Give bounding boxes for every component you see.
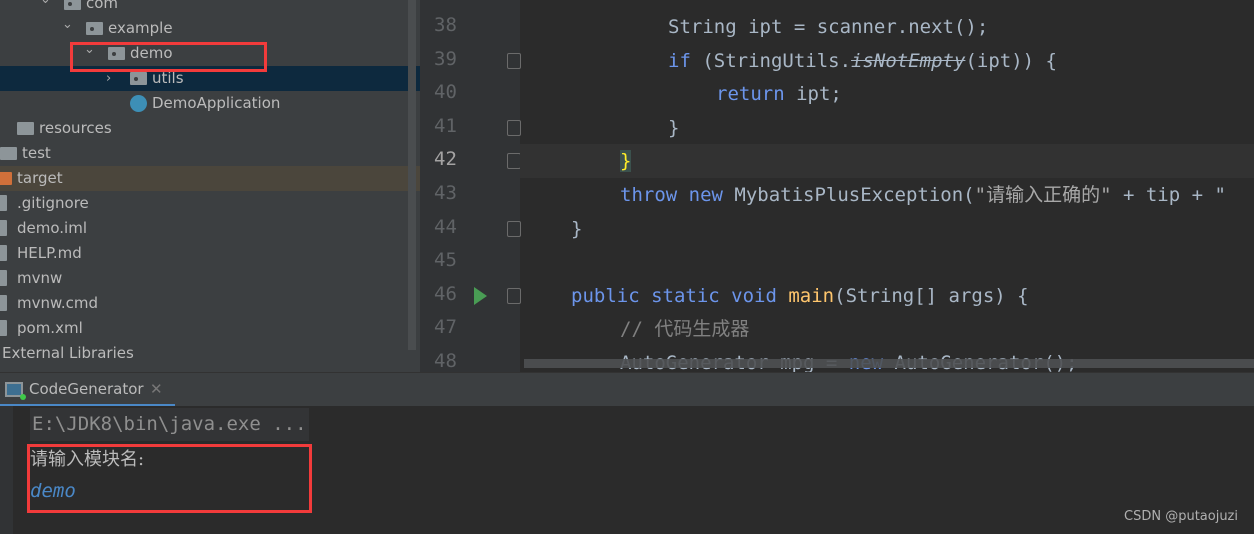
code-token: }	[668, 116, 680, 139]
code-token: ipt;	[784, 83, 842, 106]
tree-item-label: demo.iml	[17, 219, 87, 237]
code-line: return ipt;	[716, 77, 842, 111]
fold-marker-icon[interactable]	[507, 287, 521, 304]
line-number: 40	[434, 81, 457, 104]
tree-scrollbar[interactable]	[408, 0, 416, 350]
line-number: 39	[434, 47, 457, 70]
code-line: throw new MybatisPlusException("请输入正确的" …	[620, 178, 1226, 212]
code-line: }	[571, 212, 582, 246]
folder-icon	[0, 147, 17, 160]
code-token: (String[] args) {	[834, 284, 1029, 307]
code-token: (ipt)) {	[965, 49, 1057, 72]
tree-item-mvnw[interactable]: mvnw	[0, 266, 420, 291]
line-number: 41	[434, 114, 457, 137]
code-token: // 代码生成器	[620, 318, 750, 341]
close-tab-icon[interactable]: ✕	[150, 380, 163, 398]
maven-icon	[0, 320, 7, 336]
tree-item-pom-xml[interactable]: pom.xml	[0, 316, 420, 341]
package-folder-icon	[64, 0, 81, 10]
fold-marker-icon[interactable]	[507, 153, 521, 170]
tree-item-label: DemoApplication	[152, 94, 281, 112]
line-number: 45	[434, 249, 457, 272]
tree-item-demo-iml[interactable]: demo.iml	[0, 216, 420, 241]
line-number: 38	[434, 14, 457, 36]
tree-item-resources[interactable]: ›resources	[0, 116, 420, 141]
line-number: 46	[434, 282, 457, 305]
code-line: // 代码生成器	[620, 312, 749, 346]
line-number: 48	[434, 350, 457, 372]
tab-codegenerator[interactable]: CodeGenerator ✕	[0, 373, 175, 407]
code-line: }	[620, 144, 632, 178]
line-number: 42	[434, 148, 457, 171]
tree-item-label: mvnw.cmd	[17, 294, 99, 312]
tree-item-label: HELP.md	[17, 244, 82, 262]
tree-item-label: mvnw	[17, 269, 63, 287]
tree-item-label: resources	[39, 119, 112, 137]
console-gutter	[0, 406, 13, 534]
editor-horizontal-scrollbar[interactable]	[524, 359, 1254, 368]
code-token: String ipt = scanner.next();	[668, 16, 989, 38]
text-file-icon	[0, 295, 7, 311]
code-editor[interactable]: 38 39 40 41 42 43 44 45 46 47 48 String ipt = scan…	[420, 0, 1254, 372]
line-number: 43	[434, 182, 457, 204]
editor-gutter: 38 39 40 41 42 43 44 45 46 47 48	[420, 0, 521, 372]
console-command-line[interactable]: E:\JDK8\bin\java.exe ...	[30, 408, 309, 441]
shell-file-icon	[0, 270, 7, 286]
run-console-icon	[5, 382, 26, 400]
code-line: String ipt = scanner.next();	[668, 10, 988, 44]
code-token: + tip + "	[1111, 184, 1226, 206]
tree-item-test[interactable]: ›test	[0, 141, 420, 166]
markdown-file-icon	[0, 245, 7, 261]
code-token: "请输入正确的"	[974, 184, 1112, 206]
code-token: return	[716, 83, 785, 106]
run-main-icon[interactable]	[474, 287, 487, 305]
tree-item-label: test	[22, 144, 51, 162]
code-line: }	[668, 111, 679, 145]
tab-label: CodeGenerator	[29, 380, 144, 398]
fold-marker-icon[interactable]	[507, 119, 521, 136]
tree-item-external-libraries[interactable]: External Libraries	[0, 341, 420, 366]
code-token: }	[571, 217, 583, 240]
chevron-down-icon[interactable]: ⌄	[62, 12, 73, 37]
code-token: main	[788, 284, 835, 307]
package-folder-icon	[86, 22, 103, 35]
tree-item-label: example	[108, 19, 173, 37]
spring-boot-app-icon	[130, 95, 147, 112]
code-token: public static void	[571, 284, 777, 307]
code-token: if	[668, 49, 691, 72]
highlight-box-demo-folder	[70, 42, 267, 72]
code-token: (StringUtils.	[690, 49, 852, 72]
line-number: 44	[434, 215, 457, 238]
package-folder-icon	[130, 72, 147, 85]
iml-file-icon	[0, 220, 7, 236]
tree-item-label: pom.xml	[17, 319, 83, 337]
fold-marker-icon[interactable]	[507, 220, 521, 237]
code-token: isNotEmpty	[851, 49, 966, 72]
fold-marker-icon[interactable]	[507, 52, 521, 69]
tree-item-help-md[interactable]: HELP.md	[0, 241, 420, 266]
tree-item-mvnw-cmd[interactable]: mvnw.cmd	[0, 291, 420, 316]
tree-item-example[interactable]: ⌄ example	[0, 16, 420, 41]
code-token: }	[620, 150, 632, 173]
run-panel-tabs: CodeGenerator ✕	[0, 372, 1254, 407]
code-token: MybatisPlusException(	[722, 184, 975, 206]
code-line: if (StringUtils.isNotEmpty(ipt)) {	[668, 44, 1057, 78]
tree-item-label: .gitignore	[17, 194, 89, 212]
tree-item-label: com	[86, 0, 119, 12]
code-token: throw new	[620, 184, 723, 206]
tree-item-label: target	[17, 169, 63, 187]
tree-item-gitignore[interactable]: .gitignore	[0, 191, 420, 216]
watermark: CSDN @putaojuzi	[1124, 509, 1238, 524]
ignore-file-icon	[0, 195, 7, 211]
highlight-box-console	[27, 444, 312, 513]
chevron-down-icon[interactable]: ⌄	[40, 0, 51, 12]
excluded-folder-icon	[0, 172, 12, 185]
code-line: public static void main(String[] args) {	[571, 279, 1029, 313]
line-number: 47	[434, 316, 457, 339]
tree-item-label: External Libraries	[2, 344, 134, 362]
tree-item-demoapplication[interactable]: DemoApplication	[0, 91, 420, 116]
resources-folder-icon	[17, 122, 34, 135]
tree-item-target[interactable]: target	[0, 166, 420, 191]
